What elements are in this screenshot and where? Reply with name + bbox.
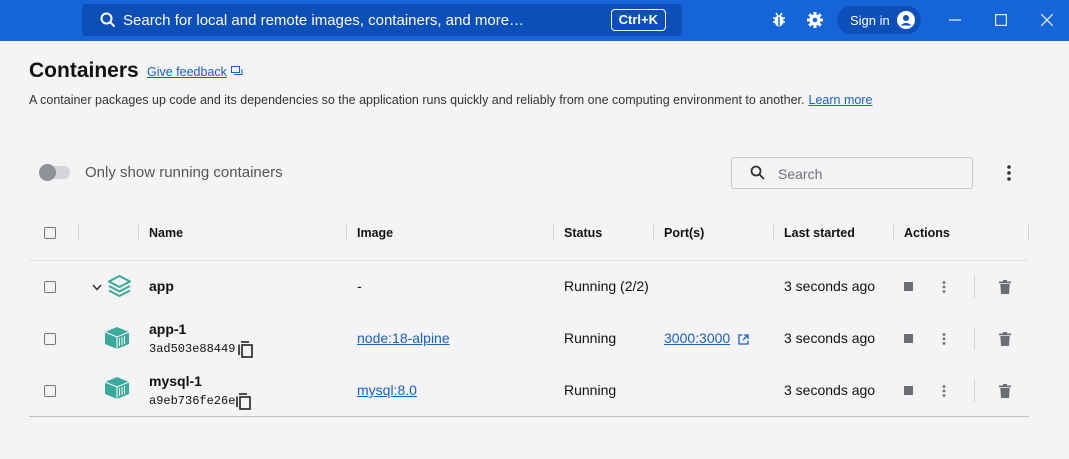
row-checkbox[interactable]: [44, 333, 56, 345]
sign-in-button[interactable]: Sign in: [837, 6, 921, 34]
give-feedback-label: Give feedback: [147, 65, 227, 79]
column-divider: [1028, 225, 1029, 240]
column-divider: [138, 225, 139, 240]
learn-more-link[interactable]: Learn more: [809, 93, 873, 107]
more-options-icon[interactable]: [937, 383, 951, 399]
gear-icon[interactable]: [806, 11, 824, 29]
stack-icon: [107, 274, 132, 298]
stop-icon[interactable]: [904, 282, 913, 291]
sign-in-label: Sign in: [850, 12, 890, 28]
select-all-checkbox[interactable]: [44, 227, 56, 239]
trash-icon[interactable]: [998, 383, 1012, 398]
row-checkbox[interactable]: [44, 385, 56, 397]
image-link[interactable]: node:18-alpine: [357, 330, 450, 346]
image-link[interactable]: mysql:8.0: [357, 382, 417, 398]
image-name: -: [357, 278, 362, 294]
column-header-image[interactable]: Image: [357, 226, 393, 240]
column-header-status[interactable]: Status: [564, 226, 602, 240]
actions-divider: [974, 379, 975, 402]
bug-icon[interactable]: [770, 11, 788, 29]
external-link-icon[interactable]: [737, 333, 749, 345]
page-description: A container packages up code and its dep…: [29, 93, 872, 107]
column-header-ports[interactable]: Port(s): [664, 226, 704, 240]
container-search[interactable]: [731, 157, 973, 189]
last-started: 3 seconds ago: [784, 382, 876, 398]
status-text: Running: [564, 330, 617, 346]
actions-divider: [974, 275, 975, 298]
running-only-label: Only show running containers: [85, 164, 283, 181]
table-bottom-border: [29, 416, 1029, 417]
shortcut-badge: Ctrl+K: [610, 9, 666, 31]
container-search-input[interactable]: [778, 164, 958, 184]
chevron-down-icon[interactable]: [90, 280, 104, 294]
running-only-toggle[interactable]: [39, 164, 70, 181]
avatar-icon: [897, 11, 915, 32]
more-options-icon[interactable]: [1000, 164, 1018, 182]
description-text: A container packages up code and its dep…: [29, 93, 805, 107]
header-divider: [29, 260, 1029, 261]
column-divider: [773, 225, 774, 240]
status-text: Running (2/2): [564, 278, 649, 294]
row-checkbox[interactable]: [44, 281, 56, 293]
feedback-icon: [230, 65, 243, 79]
stop-icon[interactable]: [904, 386, 913, 395]
status-text: Running: [564, 382, 617, 398]
last-started: 3 seconds ago: [784, 330, 876, 346]
more-options-icon[interactable]: [937, 331, 951, 347]
toggle-knob: [39, 164, 56, 181]
trash-icon[interactable]: [998, 279, 1012, 294]
page-title: Containers: [29, 59, 139, 82]
copy-icon[interactable]: [234, 392, 252, 410]
port-link[interactable]: 3000:3000: [664, 330, 730, 346]
trash-icon[interactable]: [998, 331, 1012, 346]
top-bar: Search for local and remote images, cont…: [0, 0, 1069, 41]
close-icon[interactable]: [1039, 12, 1055, 28]
container-name[interactable]: mysql-1: [149, 373, 202, 389]
search-icon: [750, 165, 765, 185]
last-started: 3 seconds ago: [784, 278, 876, 294]
more-options-icon[interactable]: [937, 279, 951, 295]
stop-icon[interactable]: [904, 334, 913, 343]
column-divider: [893, 225, 894, 240]
minimize-icon[interactable]: [947, 12, 963, 28]
maximize-icon[interactable]: [993, 12, 1009, 28]
column-header-name[interactable]: Name: [149, 226, 183, 240]
container-name[interactable]: app-1: [149, 321, 186, 337]
global-search-placeholder: Search for local and remote images, cont…: [123, 11, 525, 29]
actions-divider: [974, 327, 975, 350]
container-icon: [104, 376, 130, 400]
search-icon: [100, 11, 118, 29]
container-icon: [104, 326, 130, 350]
copy-icon[interactable]: [236, 340, 254, 358]
column-header-actions: Actions: [904, 226, 950, 240]
container-name[interactable]: app: [149, 278, 174, 294]
column-divider: [346, 225, 347, 240]
column-divider: [78, 225, 79, 240]
column-header-last-started[interactable]: Last started: [784, 226, 855, 240]
column-divider: [653, 225, 654, 240]
container-id: a9eb736fe26e: [149, 394, 236, 408]
column-divider: [553, 225, 554, 240]
give-feedback-link[interactable]: Give feedback: [147, 65, 243, 79]
container-id: 3ad503e88449: [149, 342, 236, 356]
global-search[interactable]: Search for local and remote images, cont…: [82, 4, 682, 36]
